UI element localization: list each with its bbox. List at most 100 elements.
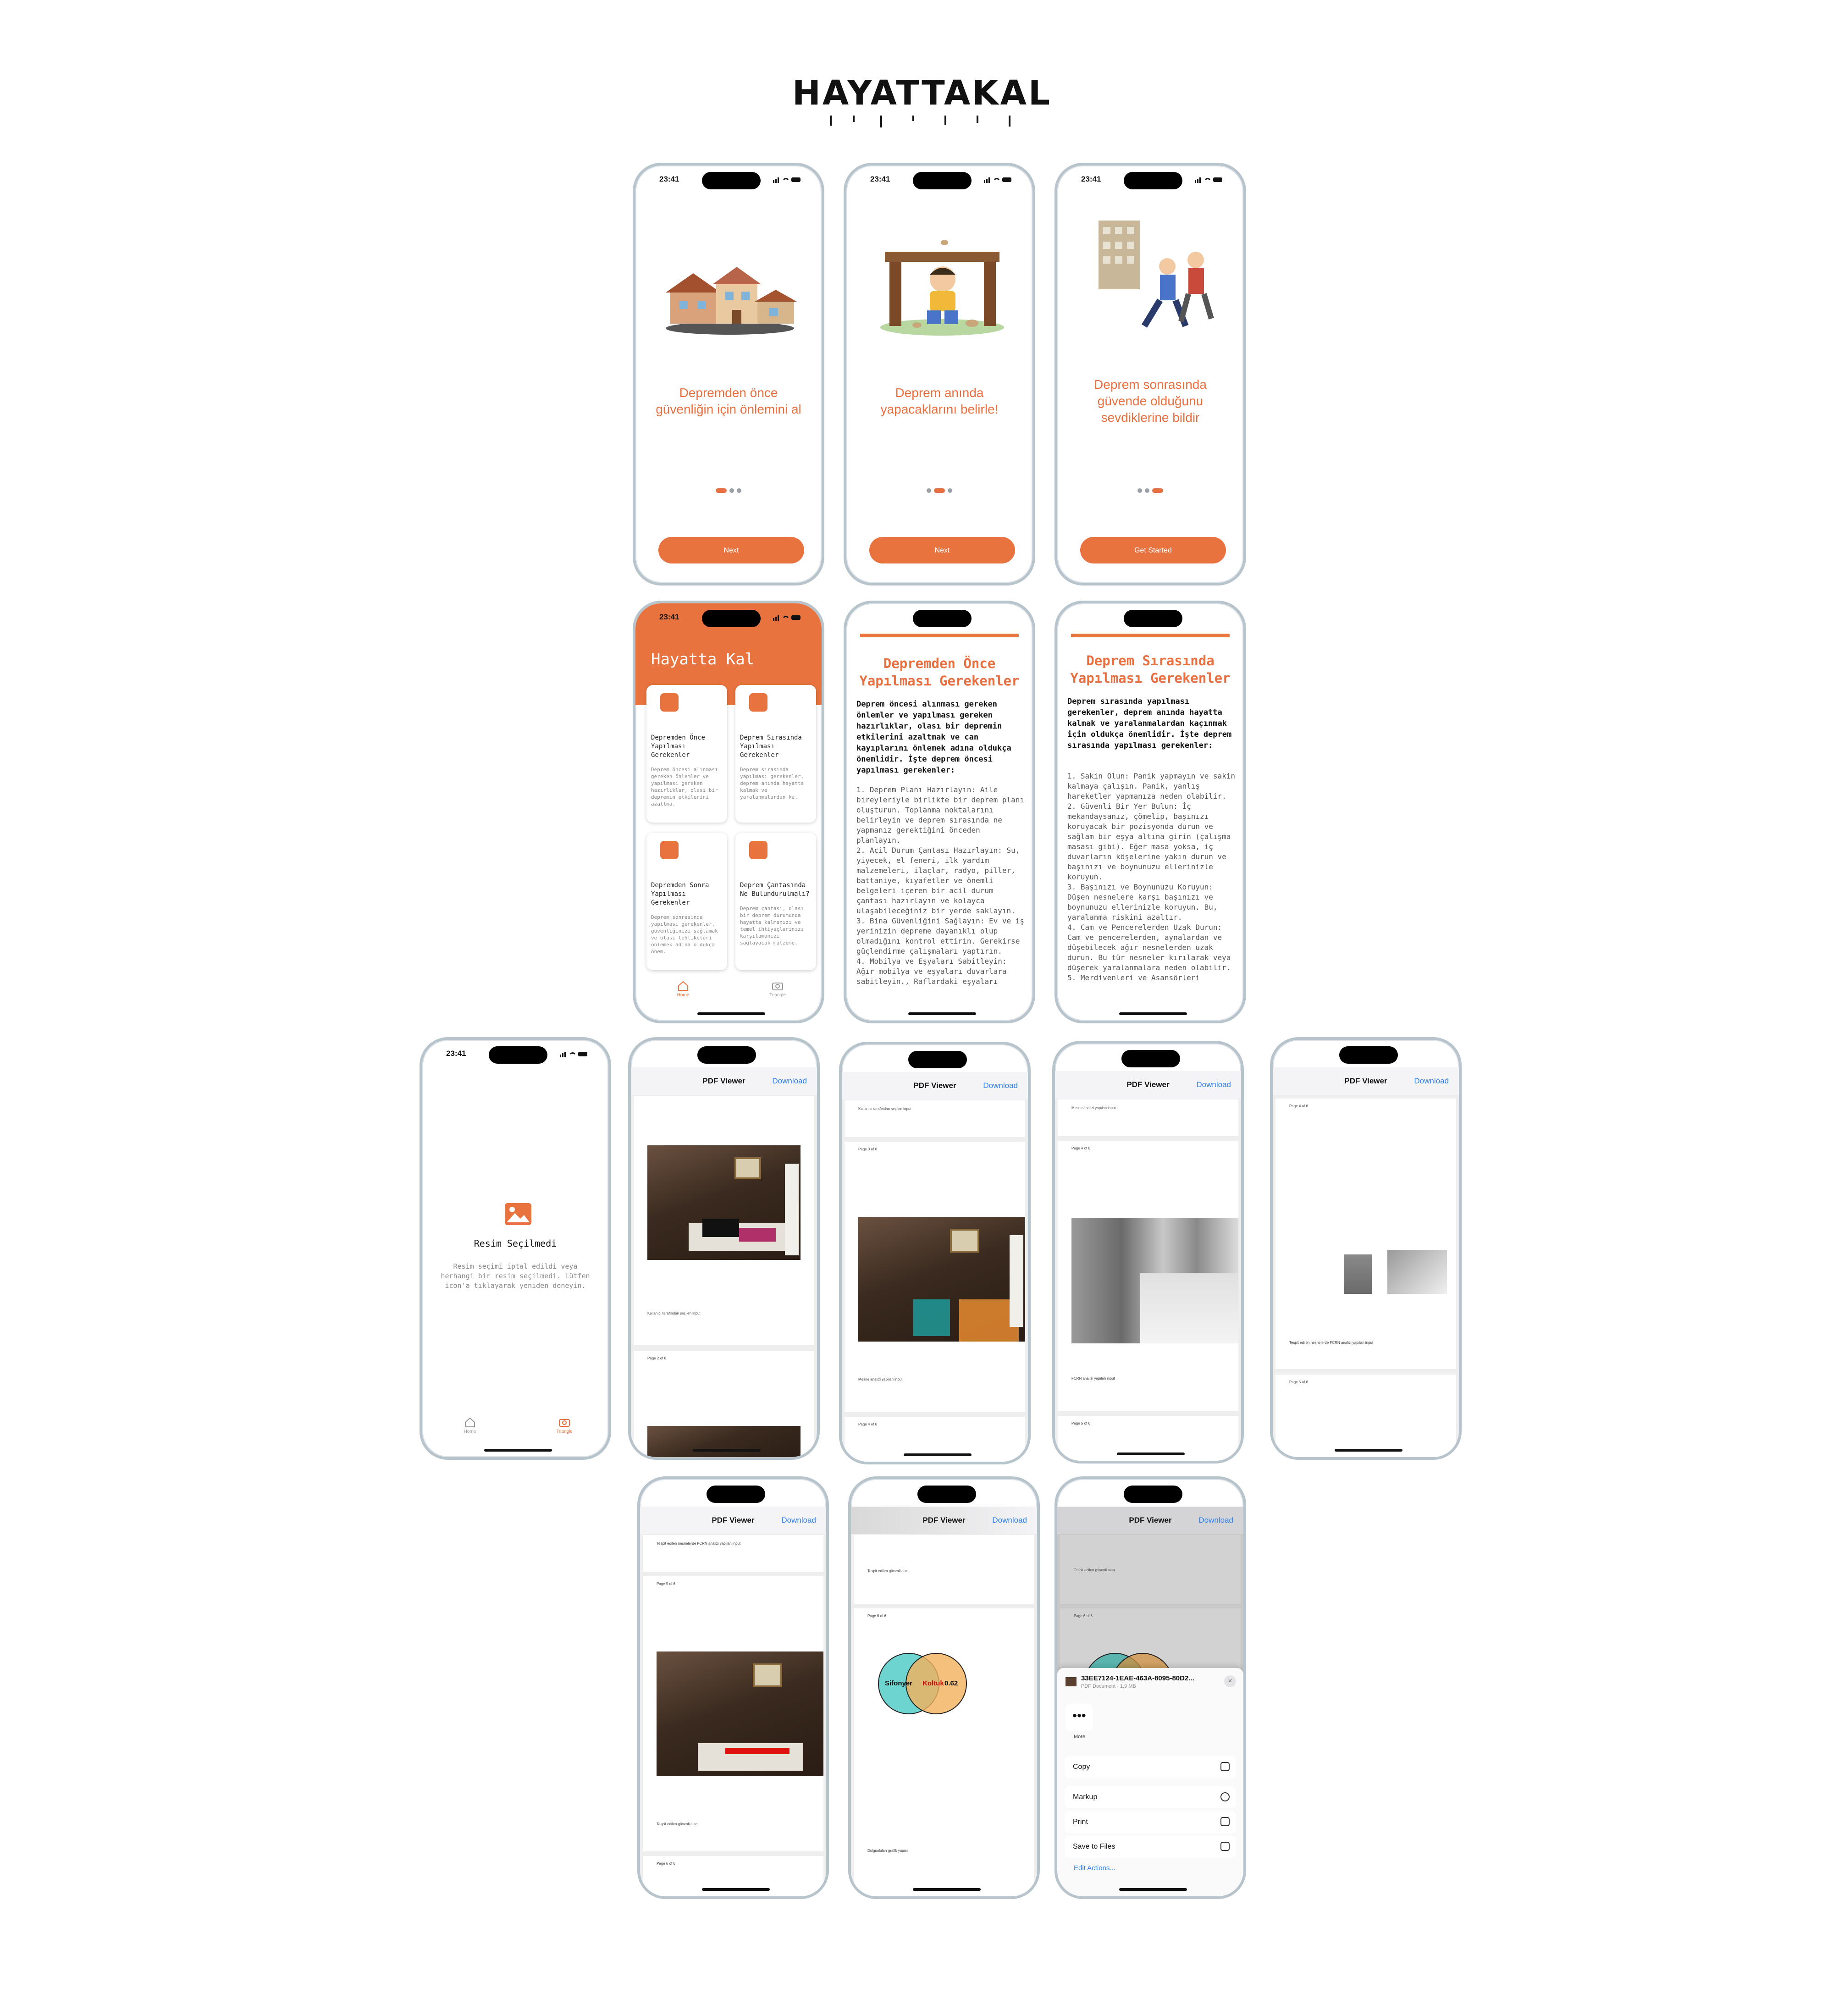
page-number: Page 2 of 6: [647, 1356, 666, 1360]
phone-pdf-3: PDF Viewer Download Mesne analizi yapılan…: [1052, 1041, 1244, 1464]
get-started-button[interactable]: Get Started: [1080, 537, 1226, 563]
copy-icon: [1220, 1762, 1230, 1771]
page-dot-active: [1152, 488, 1163, 493]
page-number: Page 3 of 6: [858, 1147, 877, 1151]
phone-pdf-5: PDF Viewer Download Tespit edilen nesnele…: [637, 1476, 829, 1899]
home-indicator: [697, 1012, 765, 1015]
dynamic-island: [1339, 1046, 1398, 1064]
dynamic-island: [1121, 1050, 1180, 1067]
download-button[interactable]: Download: [772, 1077, 807, 1086]
pdf-page: Page 2 of 6: [634, 1351, 814, 1457]
home-indicator: [913, 1888, 981, 1891]
caption: Dolgunluları grafik yapısı: [867, 1849, 908, 1853]
tab-triangle[interactable]: Triangle: [541, 1417, 587, 1434]
pdf-nav-bar: PDF Viewer Download: [1057, 1507, 1243, 1535]
home-indicator: [908, 1012, 976, 1015]
home-indicator: [702, 1888, 770, 1891]
download-button[interactable]: Download: [1414, 1077, 1449, 1086]
card-desc: Deprem sırasında yapılması gerekenler, d…: [740, 767, 804, 800]
list-icon: [660, 841, 679, 859]
article-body: 1. Deprem Planı Hazırlayın: Aile bireyle…: [856, 785, 1025, 986]
depth-crop-1: [1344, 1254, 1372, 1294]
download-button[interactable]: Download: [1196, 1080, 1231, 1089]
card-bag[interactable]: Deprem Çantasında Ne Bulundurulmalı? Dep…: [735, 833, 816, 970]
caption: Tespit edilen güvenli alan: [1074, 1568, 1115, 1572]
page-number: Page 5 of 6: [1289, 1380, 1308, 1384]
action-label: Print: [1073, 1818, 1088, 1826]
page-number: Page 5 of 6: [1071, 1421, 1090, 1425]
more-icon: •••: [1072, 1708, 1086, 1723]
pdf-page: Mesne analizi yapılan input: [1058, 1099, 1238, 1136]
download-button[interactable]: Download: [1198, 1516, 1233, 1525]
pdf-nav-bar: PDF Viewer Download: [1055, 1071, 1241, 1099]
edit-actions-link[interactable]: Edit Actions...: [1074, 1864, 1115, 1872]
venn-label-mid: Koltuk: [922, 1679, 944, 1687]
tab-triangle[interactable]: Triangle: [755, 980, 801, 998]
pdf-nav-bar: PDF Viewer Download: [851, 1507, 1037, 1535]
pdf-page: Kullanıcı tarafından seçilen input: [845, 1100, 1025, 1137]
pdf-nav-bar: PDF Viewer Download: [842, 1072, 1028, 1100]
page-number: Page 6 of 6: [1074, 1614, 1093, 1618]
home-indicator: [484, 1449, 552, 1452]
page-indicator: [1057, 486, 1243, 493]
download-button[interactable]: Download: [992, 1516, 1027, 1525]
file-thumbnail: [1066, 1677, 1077, 1686]
status-icons: [773, 615, 801, 621]
page-number: Page 6 of 6: [657, 1861, 675, 1866]
action-markup[interactable]: Markup: [1065, 1786, 1236, 1808]
card-during[interactable]: Deprem Sırasında Yapılması Gerekenler De…: [735, 685, 816, 823]
status-time: 23:41: [1081, 175, 1101, 183]
home-indicator: [1119, 1012, 1187, 1015]
article-title: Deprem Sırasında Yapılması Gerekenler: [1070, 653, 1231, 686]
dynamic-island: [1124, 610, 1182, 627]
pdf-page: Page 5 of 6: [1058, 1416, 1238, 1461]
caption: Kullanıcı tarafından seçilen input: [647, 1311, 701, 1315]
caption: Kullanıcı tarafından seçilen input: [858, 1107, 911, 1111]
venn-label-left: Sifonyer: [885, 1679, 913, 1687]
pdf-nav-bar: PDF Viewer Download: [640, 1507, 826, 1535]
logo-text: HAYATTAKAL: [792, 73, 1052, 113]
close-button[interactable]: ×: [1224, 1675, 1236, 1687]
tab-home[interactable]: Home: [660, 980, 706, 998]
pdf-page: Page 6 of 6: [643, 1856, 823, 1896]
page-dot: [1137, 488, 1142, 493]
phone-pdf-2: PDF Viewer Download Kullanıcı tarafından …: [839, 1042, 1031, 1464]
room-photo-safe-area: [657, 1651, 823, 1776]
action-label: Markup: [1073, 1793, 1098, 1801]
card-desc: Deprem sonrasında yapılması gerekenler, …: [651, 914, 718, 955]
article-lead: Deprem öncesi alınması gereken önlemler …: [856, 700, 1011, 775]
more-button[interactable]: •••: [1066, 1704, 1093, 1731]
action-save-to-files[interactable]: Save to Files: [1065, 1836, 1236, 1858]
pdf-page: Tespit edilen güvenli alan: [854, 1535, 1034, 1604]
phone-article-before: Depremden Önce Yapılması Gerekenler Depr…: [844, 601, 1035, 1023]
list-icon: [749, 841, 767, 859]
pdf-nav-bar: PDF Viewer Download: [631, 1067, 817, 1095]
action-label: Save to Files: [1073, 1843, 1115, 1850]
photo-icon[interactable]: [505, 1203, 531, 1225]
phone-pdf-4: PDF Viewer Download Page 4 of 6 Tespit ed…: [1270, 1037, 1462, 1460]
card-after[interactable]: Depremden Sonra Yapılması Gerekenler Dep…: [646, 833, 727, 970]
tab-home[interactable]: Home: [447, 1417, 493, 1434]
share-meta: PDF Document · 1,9 MB: [1081, 1684, 1136, 1689]
page-indicator: [635, 486, 822, 493]
page-dot: [1145, 488, 1149, 493]
dynamic-island: [1124, 1486, 1182, 1503]
markup-icon: [1220, 1792, 1230, 1801]
phone-no-image: 23:41 Resim Seçilmedi Resim seçimi iptal…: [420, 1037, 611, 1460]
houses-illustration-icon: [666, 267, 797, 335]
page-number: Page 5 of 6: [657, 1582, 675, 1586]
next-button[interactable]: Next: [869, 537, 1015, 563]
action-print[interactable]: Print: [1065, 1811, 1236, 1833]
dynamic-island: [913, 172, 972, 189]
pdf-page: Page 4 of 6 Tespit edilen nesnelerde FCR…: [1275, 1099, 1456, 1369]
next-button[interactable]: Next: [658, 537, 804, 563]
download-button[interactable]: Download: [781, 1516, 816, 1525]
card-desc: Deprem öncesi alınması gereken önlemler …: [651, 767, 718, 807]
phone-pdf-1: PDF Viewer Download Kullanıcı tarafından …: [628, 1037, 820, 1460]
download-button[interactable]: Download: [983, 1081, 1018, 1090]
status-time: 23:41: [446, 1049, 466, 1058]
card-before[interactable]: Depremden Önce Yapılması Gerekenler Depr…: [646, 685, 727, 823]
dynamic-island: [697, 1046, 756, 1064]
list-icon: [660, 693, 679, 712]
action-copy[interactable]: Copy: [1065, 1756, 1236, 1778]
